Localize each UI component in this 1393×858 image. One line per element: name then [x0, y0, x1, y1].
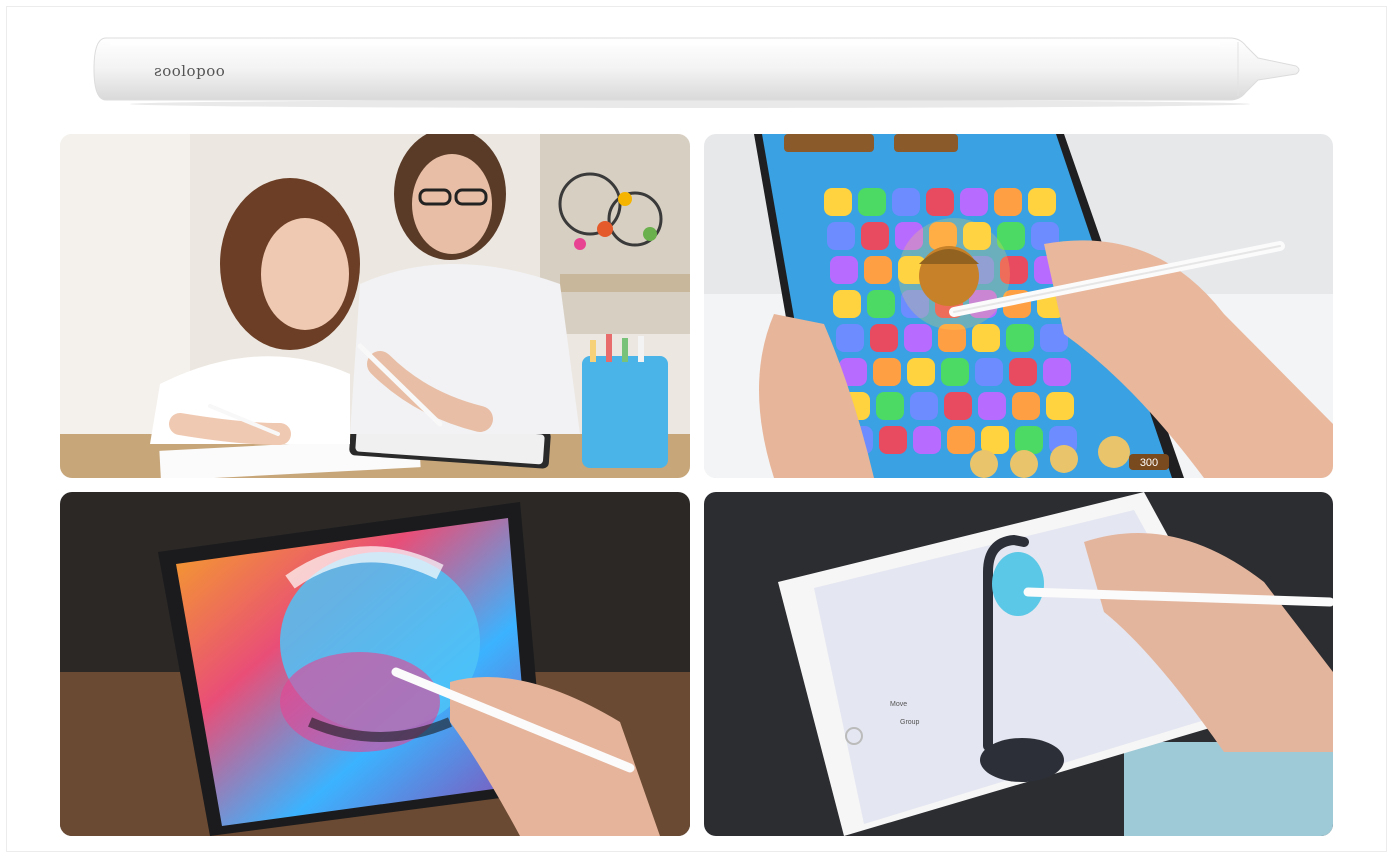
game-gem — [944, 392, 972, 420]
game-gem — [972, 324, 1000, 352]
game-gem — [904, 324, 932, 352]
game-gem — [870, 324, 898, 352]
game-gem — [907, 358, 935, 386]
game-gem — [892, 188, 920, 216]
game-gem — [978, 392, 1006, 420]
game-gem — [1043, 358, 1071, 386]
game-gem — [975, 358, 1003, 386]
game-gem — [827, 222, 855, 250]
game-gem — [879, 426, 907, 454]
game-gem — [864, 256, 892, 284]
game-gem — [833, 290, 861, 318]
game-gem — [1012, 392, 1040, 420]
photo-tablet-game: 300 — [704, 134, 1333, 478]
game-gem — [941, 358, 969, 386]
score-badge: 300 — [1140, 457, 1158, 469]
menu-item-group: Group — [900, 719, 920, 726]
game-gem — [1028, 188, 1056, 216]
game-gem — [981, 426, 1009, 454]
game-gem — [836, 324, 864, 352]
stylus-pen-image: ƨoolopoo — [90, 34, 1302, 108]
brand-logo: ƨoolopoo — [154, 62, 226, 80]
game-gem — [1006, 324, 1034, 352]
game-gem — [994, 188, 1022, 216]
game-gem — [867, 290, 895, 318]
game-gem — [824, 188, 852, 216]
game-gem — [913, 426, 941, 454]
game-gem — [873, 358, 901, 386]
photo-tablet-3d-model: Move Group — [704, 492, 1333, 836]
game-gem — [876, 392, 904, 420]
game-gem — [910, 392, 938, 420]
game-gem — [1015, 426, 1043, 454]
game-gem — [926, 188, 954, 216]
game-gem — [1009, 358, 1037, 386]
game-gem — [960, 188, 988, 216]
game-gem — [830, 256, 858, 284]
game-gem — [947, 426, 975, 454]
menu-item-move: Move — [890, 701, 907, 708]
photo-tablet-portrait-art — [60, 492, 690, 836]
game-gem — [1046, 392, 1074, 420]
game-gem — [858, 188, 886, 216]
game-gem — [861, 222, 889, 250]
photo-family-drawing — [60, 134, 690, 478]
